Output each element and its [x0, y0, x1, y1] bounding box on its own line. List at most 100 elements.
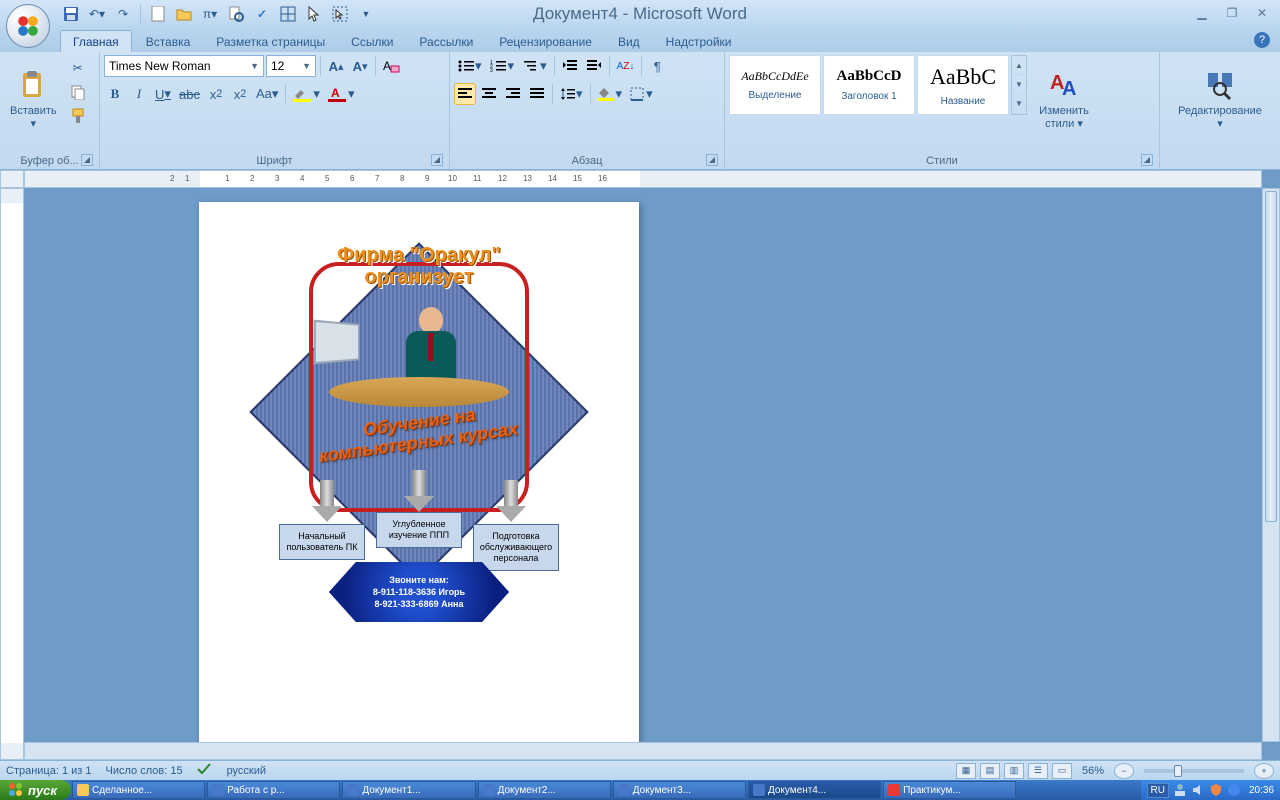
tab-references[interactable]: Ссылки [339, 31, 405, 52]
tray-volume-icon[interactable] [1191, 783, 1205, 797]
help-button[interactable]: ? [1254, 32, 1270, 48]
tab-review[interactable]: Рецензирование [487, 31, 604, 52]
tab-layout[interactable]: Разметка страницы [204, 31, 337, 52]
office-button[interactable] [6, 4, 50, 48]
borders-button[interactable]: ▾ [627, 83, 656, 105]
cut-icon[interactable]: ✂ [67, 57, 89, 79]
line-spacing-button[interactable]: ▾ [557, 83, 586, 105]
change-case-button[interactable]: Aa▾ [253, 83, 281, 105]
change-styles-button[interactable]: AA Изменитьстили ▾ [1029, 55, 1099, 145]
redo-icon[interactable]: ↷ [112, 3, 134, 25]
horizontal-scrollbar[interactable] [24, 742, 1262, 760]
select-icon[interactable] [303, 3, 325, 25]
table-icon[interactable] [277, 3, 299, 25]
subscript-button[interactable]: x2 [205, 83, 227, 105]
view-full-reading[interactable]: ▤ [980, 763, 1000, 779]
font-size-combo[interactable]: 12▼ [266, 55, 316, 77]
italic-button[interactable]: I [128, 83, 150, 105]
close-button[interactable]: ✕ [1250, 4, 1274, 22]
tray-language[interactable]: RU [1147, 783, 1169, 798]
tab-view[interactable]: Вид [606, 31, 652, 52]
style-heading1[interactable]: AaBbCcDЗаголовок 1 [823, 55, 915, 115]
vertical-ruler[interactable] [0, 188, 24, 760]
horizontal-ruler[interactable]: 21 123 456 789 101112 131415 16 [24, 170, 1262, 188]
sort-button[interactable]: AZ↓ [614, 55, 638, 77]
paragraph-launcher[interactable]: ◢ [706, 154, 718, 166]
undo-icon[interactable]: ↶▾ [86, 3, 108, 25]
view-web[interactable]: ▥ [1004, 763, 1024, 779]
task-1[interactable]: Сделанное... [72, 781, 205, 799]
justify-button[interactable] [526, 83, 548, 105]
zoom-slider[interactable] [1144, 769, 1244, 773]
save-icon[interactable] [60, 3, 82, 25]
qat-customize-icon[interactable]: ▼ [355, 3, 377, 25]
format-painter-icon[interactable] [67, 105, 89, 127]
bullets-button[interactable]: ▾ [454, 55, 485, 77]
strike-button[interactable]: abc [176, 83, 203, 105]
status-page[interactable]: Страница: 1 из 1 [6, 765, 92, 777]
task-6[interactable]: Документ4... [748, 781, 881, 799]
tab-insert[interactable]: Вставка [134, 31, 203, 52]
style-title[interactable]: AaBbCНазвание [917, 55, 1009, 115]
tab-home[interactable]: Главная [60, 30, 132, 52]
multilevel-button[interactable]: ▾ [519, 55, 550, 77]
minimize-button[interactable]: ▁ [1190, 4, 1214, 22]
font-launcher[interactable]: ◢ [431, 154, 443, 166]
vertical-scrollbar[interactable] [1262, 188, 1280, 742]
task-2[interactable]: Работа с р... [207, 781, 340, 799]
new-icon[interactable] [147, 3, 169, 25]
clear-format-icon[interactable]: A [380, 55, 404, 77]
status-words[interactable]: Число слов: 15 [106, 765, 183, 777]
task-4[interactable]: Документ2... [478, 781, 611, 799]
tray-network-icon[interactable] [1173, 783, 1187, 797]
select-objects-icon[interactable] [329, 3, 351, 25]
copy-icon[interactable] [67, 81, 89, 103]
open-icon[interactable] [173, 3, 195, 25]
shading-button[interactable]: ▾ [595, 83, 626, 105]
ruler-corner[interactable] [0, 170, 24, 188]
style-emphasis[interactable]: AaBbCcDdEeВыделение [729, 55, 821, 115]
task-5[interactable]: Документ3... [613, 781, 746, 799]
spellcheck-icon[interactable]: ✓ [251, 3, 273, 25]
view-print-layout[interactable]: ▦ [956, 763, 976, 779]
status-language[interactable]: русский [227, 765, 266, 777]
zoom-in-button[interactable]: + [1254, 763, 1274, 779]
show-marks-button[interactable]: ¶ [646, 55, 668, 77]
numbering-button[interactable]: 123▾ [487, 55, 518, 77]
underline-button[interactable]: U ▾ [152, 83, 174, 105]
status-spellcheck-icon[interactable] [197, 762, 213, 779]
align-left-button[interactable] [454, 83, 476, 105]
font-color-button[interactable]: A▾ [325, 83, 358, 105]
start-button[interactable]: пуск [0, 780, 71, 800]
view-outline[interactable]: ☰ [1028, 763, 1048, 779]
styles-launcher[interactable]: ◢ [1141, 154, 1153, 166]
document-viewport[interactable]: Фирма "Оракул"организует Обучение накомп… [24, 188, 1262, 742]
tab-mailings[interactable]: Рассылки [407, 31, 485, 52]
align-right-button[interactable] [502, 83, 524, 105]
preview-icon[interactable] [225, 3, 247, 25]
outdent-button[interactable] [559, 55, 581, 77]
tray-info-icon[interactable] [1227, 783, 1241, 797]
tab-addins[interactable]: Надстройки [654, 31, 744, 52]
grow-font-icon[interactable]: A▴ [325, 55, 347, 77]
editing-button[interactable]: Редактирование▾ [1172, 55, 1268, 145]
paste-button[interactable]: Вставить▾ [4, 55, 63, 145]
align-center-button[interactable] [478, 83, 500, 105]
indent-button[interactable] [583, 55, 605, 77]
tray-shield-icon[interactable] [1209, 783, 1223, 797]
task-3[interactable]: Документ1... [342, 781, 475, 799]
equation-icon[interactable]: π▾ [199, 3, 221, 25]
zoom-out-button[interactable]: − [1114, 763, 1134, 779]
zoom-level[interactable]: 56% [1082, 765, 1104, 777]
shrink-font-icon[interactable]: A▾ [349, 55, 371, 77]
clipboard-launcher[interactable]: ◢ [81, 154, 93, 166]
tray-clock[interactable]: 20:36 [1249, 785, 1274, 796]
bold-button[interactable]: B [104, 83, 126, 105]
style-gallery-scroll[interactable]: ▲▼▼ [1011, 55, 1027, 115]
font-name-combo[interactable]: Times New Roman▼ [104, 55, 264, 77]
view-draft[interactable]: ▭ [1052, 763, 1072, 779]
highlight-button[interactable]: ▾ [290, 83, 323, 105]
task-7[interactable]: Практикум... [883, 781, 1016, 799]
maximize-button[interactable]: ❐ [1220, 4, 1244, 22]
superscript-button[interactable]: x2 [229, 83, 251, 105]
